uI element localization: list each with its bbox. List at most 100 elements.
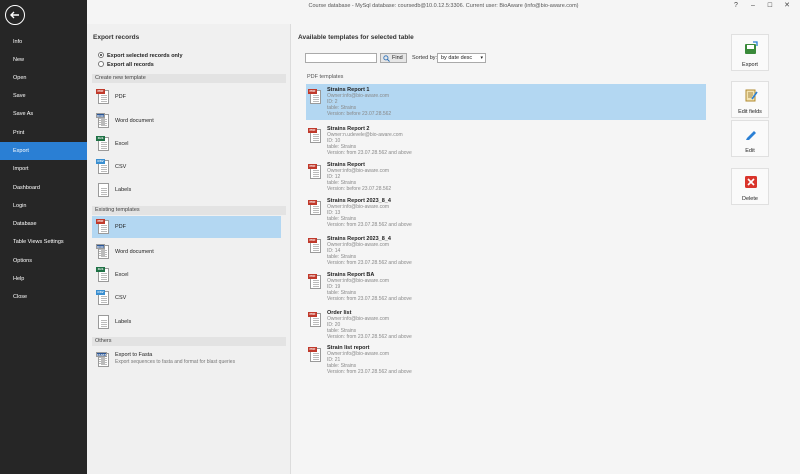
existing-excel-templates[interactable]: XLS Excel [92, 264, 281, 286]
template-row[interactable]: PDF Strains Report Owner:info@bio-aware.co… [306, 159, 706, 195]
sidebar-item-help[interactable]: Help [0, 270, 87, 288]
create-word-document-template[interactable]: DOC Word document [92, 110, 281, 132]
find-button[interactable]: Find [380, 53, 407, 63]
action-label: Delete [742, 196, 758, 202]
template-row[interactable]: PDF Strains Report BA Owner:info@bio-aware… [306, 269, 706, 305]
sidebar-item-table-views-settings[interactable]: Table Views Settings [0, 233, 87, 251]
create-template-header: Create new template [92, 74, 286, 83]
template-row[interactable]: PDF Strains Report 2023_8_4 Owner:info@bio… [306, 195, 706, 231]
chevron-down-icon: ▾ [480, 55, 483, 61]
action-label: Edit fields [738, 109, 762, 115]
existing-pdf-templates[interactable]: PDF PDF [92, 216, 281, 238]
excel-icon: XLS [96, 267, 110, 283]
export-button[interactable]: Export [731, 34, 769, 71]
template-type-label: Excel [115, 141, 129, 147]
edit-button[interactable]: Edit [731, 120, 769, 157]
template-version: Version: from 23.07.28.562 and above [327, 296, 412, 302]
sidebar-item-save-as[interactable]: Save As [0, 105, 87, 123]
sidebar-item-import[interactable]: Import [0, 160, 87, 178]
delete-icon [744, 175, 758, 189]
edit-fields-button[interactable]: Edit fields [731, 81, 769, 118]
sidebar-item-export[interactable]: Export [0, 142, 87, 160]
export-selected-radio[interactable]: Export selected records only [98, 52, 183, 59]
pdf-icon: PDF [308, 89, 322, 105]
template-version: Version: from 23.07.28.562 and above [327, 222, 412, 228]
template-row[interactable]: PDF Strains Report 1 Owner:info@bio-aware.… [306, 84, 706, 120]
template-search-input[interactable] [305, 53, 377, 63]
template-version: Version: from 23.07.28.562 and above [327, 369, 412, 375]
pdf-icon: PDF [308, 128, 322, 144]
action-label: Edit [745, 148, 755, 154]
sidebar-item-save[interactable]: Save [0, 87, 87, 105]
template-row[interactable]: PDF Strains Report 2023_8_4 Owner:info@bio… [306, 233, 706, 269]
window-title: Course database - MySql database: course… [308, 3, 579, 9]
pdf-icon: PDF [308, 238, 322, 254]
pdf-icon: PDF [308, 312, 322, 328]
existing-labels-templates[interactable]: Labels [92, 311, 281, 333]
export-records-title: Export records [93, 34, 140, 41]
sidebar-item-database[interactable]: Database [0, 215, 87, 233]
sidebar-item-close[interactable]: Close [0, 288, 87, 306]
export-records-pane: Export records Export selected records o… [87, 24, 290, 474]
pdf-templates-header: PDF templates [307, 74, 344, 80]
labels-icon [96, 182, 110, 198]
back-arrow-icon[interactable] [5, 5, 25, 25]
export-fasta-item[interactable]: FASTA Export to Fasta Export sequences t… [92, 349, 281, 371]
template-type-label: Word document [115, 249, 154, 255]
create-pdf-template[interactable]: PDF PDF [92, 86, 281, 108]
template-version: Version: from 23.07.28.562 and above [327, 260, 412, 266]
template-type-label: Excel [115, 272, 129, 278]
template-row[interactable]: PDF Strain list report Owner:info@bio-awar… [306, 342, 706, 378]
template-type-label: Labels [115, 319, 132, 325]
sort-order-select[interactable]: by date desc ▾ [437, 53, 486, 63]
others-header: Others [92, 337, 286, 346]
template-type-label: Labels [115, 187, 132, 193]
sidebar-item-open[interactable]: Open [0, 69, 87, 87]
fasta-description: Export sequences to fasta and format for… [115, 359, 236, 365]
pdf-icon: PDF [308, 164, 322, 180]
csv-icon: CSV [96, 290, 110, 306]
template-row[interactable]: PDF Order list Owner:info@bio-aware.com ID:… [306, 307, 706, 343]
export-all-radio[interactable]: Export all records [98, 61, 154, 68]
close-window-icon[interactable]: ✕ [782, 2, 792, 10]
existing-templates-header: Existing templates [92, 206, 286, 215]
backstage-sidebar: Info New Open Save Save As Print Export Import D… [0, 0, 87, 474]
edit-fields-icon [744, 88, 758, 102]
pdf-icon: PDF [96, 219, 110, 235]
pdf-icon: PDF [308, 274, 322, 290]
existing-csv-templates[interactable]: CSV CSV [92, 287, 281, 309]
csv-icon: CSV [96, 159, 110, 175]
sidebar-item-new[interactable]: New [0, 51, 87, 69]
pdf-icon: PDF [96, 89, 110, 105]
create-csv-template[interactable]: CSV CSV [92, 156, 281, 178]
template-version: Version: before 23.07.28.562 [327, 186, 392, 192]
template-row[interactable]: PDF Strains Report 2 Owner:n.udevele@bio-a… [306, 123, 706, 159]
minimize-icon[interactable]: – [748, 2, 758, 10]
template-type-label: CSV [115, 295, 127, 301]
template-version: Version: from 23.07.28.562 and above [327, 150, 412, 156]
templates-pane: Available templates for selected table F… [291, 24, 800, 474]
word-icon: DOC [96, 113, 110, 129]
fasta-label: Export to Fasta [115, 352, 153, 358]
help-icon[interactable]: ? [731, 2, 741, 10]
maximize-icon[interactable]: ☐ [765, 2, 775, 10]
sidebar-item-print[interactable]: Print [0, 124, 87, 142]
radio-selected-icon[interactable] [98, 52, 104, 58]
create-labels-template[interactable]: Labels [92, 179, 281, 201]
title-bar: Course database - MySql database: course… [87, 0, 800, 12]
delete-button[interactable]: Delete [731, 168, 769, 205]
sidebar-item-dashboard[interactable]: Dashboard [0, 179, 87, 197]
radio-unselected-icon[interactable] [98, 61, 104, 67]
pencil-icon [744, 127, 758, 141]
existing-word-document-templates[interactable]: DOC Word document [92, 241, 281, 263]
excel-icon: XLS [96, 136, 110, 152]
template-version: Version: before 23.07.28.562 [327, 111, 392, 117]
template-type-label: PDF [115, 224, 126, 230]
fasta-icon: FASTA [96, 352, 110, 368]
sidebar-item-login[interactable]: Login [0, 197, 87, 215]
create-excel-template[interactable]: XLS Excel [92, 133, 281, 155]
pdf-icon: PDF [308, 200, 322, 216]
sidebar-item-info[interactable]: Info [0, 33, 87, 51]
sidebar-item-options[interactable]: Options [0, 252, 87, 270]
word-icon: DOC [96, 244, 110, 260]
